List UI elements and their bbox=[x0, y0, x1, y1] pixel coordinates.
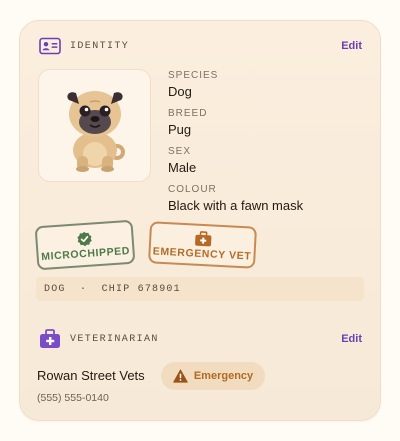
vet-medical-kit-icon bbox=[39, 329, 61, 349]
pet-photo bbox=[38, 69, 151, 182]
pug-illustration bbox=[66, 90, 125, 172]
identity-title: IDENTITY bbox=[70, 41, 130, 52]
id-card-icon bbox=[39, 37, 61, 55]
emergency-vet-label: EMERGENCY VET bbox=[152, 244, 252, 263]
colour-label: COLOUR bbox=[168, 184, 217, 195]
species-label: SPECIES bbox=[168, 70, 219, 81]
pet-profile-card: IDENTITY Edit SPECIES Dog BREED Pug SEX … bbox=[19, 20, 381, 421]
verified-badge-icon bbox=[76, 230, 93, 247]
veterinarian-edit-button[interactable]: Edit bbox=[341, 333, 362, 345]
identity-fields: SPECIES Dog BREED Pug SEX Male COLOUR Bl… bbox=[168, 69, 303, 221]
breed-label: BREED bbox=[168, 108, 208, 119]
emergency-vet-stamp: EMERGENCY VET bbox=[147, 221, 258, 269]
warning-icon bbox=[173, 369, 188, 383]
chip-info-bar: DOG · CHIP 678901 bbox=[36, 277, 364, 301]
emergency-badge: Emergency bbox=[161, 362, 265, 390]
species-value: Dog bbox=[168, 84, 192, 99]
medical-kit-icon bbox=[193, 230, 212, 247]
veterinarian-title: VETERINARIAN bbox=[70, 334, 159, 345]
microchipped-stamp: MICROCHIPPED bbox=[34, 219, 136, 271]
vet-name: Rowan Street Vets bbox=[37, 368, 145, 383]
identity-edit-button[interactable]: Edit bbox=[341, 40, 362, 52]
veterinarian-header: VETERINARIAN Edit bbox=[20, 329, 380, 351]
microchipped-label: MICROCHIPPED bbox=[40, 244, 131, 263]
identity-header: IDENTITY Edit bbox=[20, 36, 380, 58]
vet-phone[interactable]: (555) 555-0140 bbox=[37, 392, 109, 404]
emergency-badge-label: Emergency bbox=[193, 370, 254, 382]
colour-value: Black with a fawn mask bbox=[168, 198, 304, 213]
sex-label: SEX bbox=[168, 146, 192, 157]
sex-value: Male bbox=[168, 160, 197, 175]
breed-value: Pug bbox=[168, 122, 192, 137]
